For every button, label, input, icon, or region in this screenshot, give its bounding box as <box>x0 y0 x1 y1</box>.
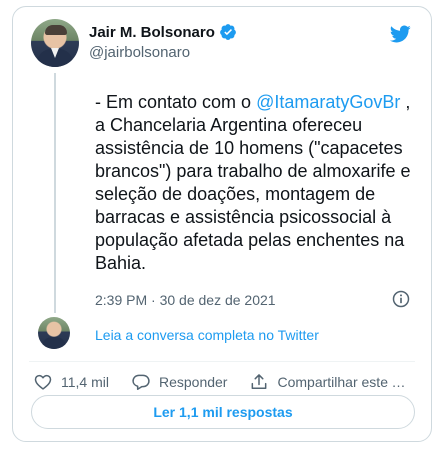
likes-count: 11,4 mil <box>61 374 109 390</box>
thread-avatar-shirt <box>42 337 66 349</box>
reply-label: Responder <box>158 374 228 390</box>
read-replies-button[interactable]: Ler 1,1 mil respostas <box>31 395 415 429</box>
twitter-bird-icon[interactable] <box>387 23 413 45</box>
thread-avatar[interactable] <box>38 317 70 349</box>
author-avatar[interactable] <box>31 19 79 67</box>
tweet-text: - Em contato com o @ItamaratyGovBr , a C… <box>95 91 425 275</box>
author-handle[interactable]: @jairbolsonaro <box>89 44 190 61</box>
tweet-text-before: - Em contato com o <box>95 92 257 112</box>
avatar-hair <box>45 25 67 35</box>
tweet-timestamp[interactable]: 2:39 PM · 30 de dez de 2021 <box>95 292 276 308</box>
share-label: Compartilhar este Tweet <box>277 374 391 390</box>
author-name[interactable]: Jair M. Bolsonaro <box>89 24 215 41</box>
divider <box>29 361 415 362</box>
heart-icon <box>34 374 52 390</box>
tweet-text-after: , a Chancelaria Argentina ofereceu assis… <box>95 92 411 273</box>
mention-link[interactable]: @ItamaratyGovBr <box>256 92 400 112</box>
share-ellipsis: … <box>391 374 406 390</box>
read-thread-link[interactable]: Leia a conversa completa no Twitter <box>95 327 319 343</box>
like-button[interactable]: 11,4 mil <box>33 372 109 392</box>
thread-line <box>54 73 56 313</box>
share-button[interactable]: Compartilhar este Tweet… <box>249 372 405 392</box>
reply-bubble-icon <box>132 374 150 390</box>
author-name-row[interactable]: Jair M. Bolsonaro <box>89 23 237 41</box>
verified-badge-icon <box>219 24 236 40</box>
share-icon <box>252 374 267 389</box>
reply-button[interactable]: Responder <box>131 372 228 392</box>
info-icon[interactable] <box>391 289 411 309</box>
action-bar: 11,4 mil Responder Compartilhar este Twe… <box>33 371 405 393</box>
tweet-card: Jair M. Bolsonaro @jairbolsonaro - Em co… <box>12 6 432 442</box>
